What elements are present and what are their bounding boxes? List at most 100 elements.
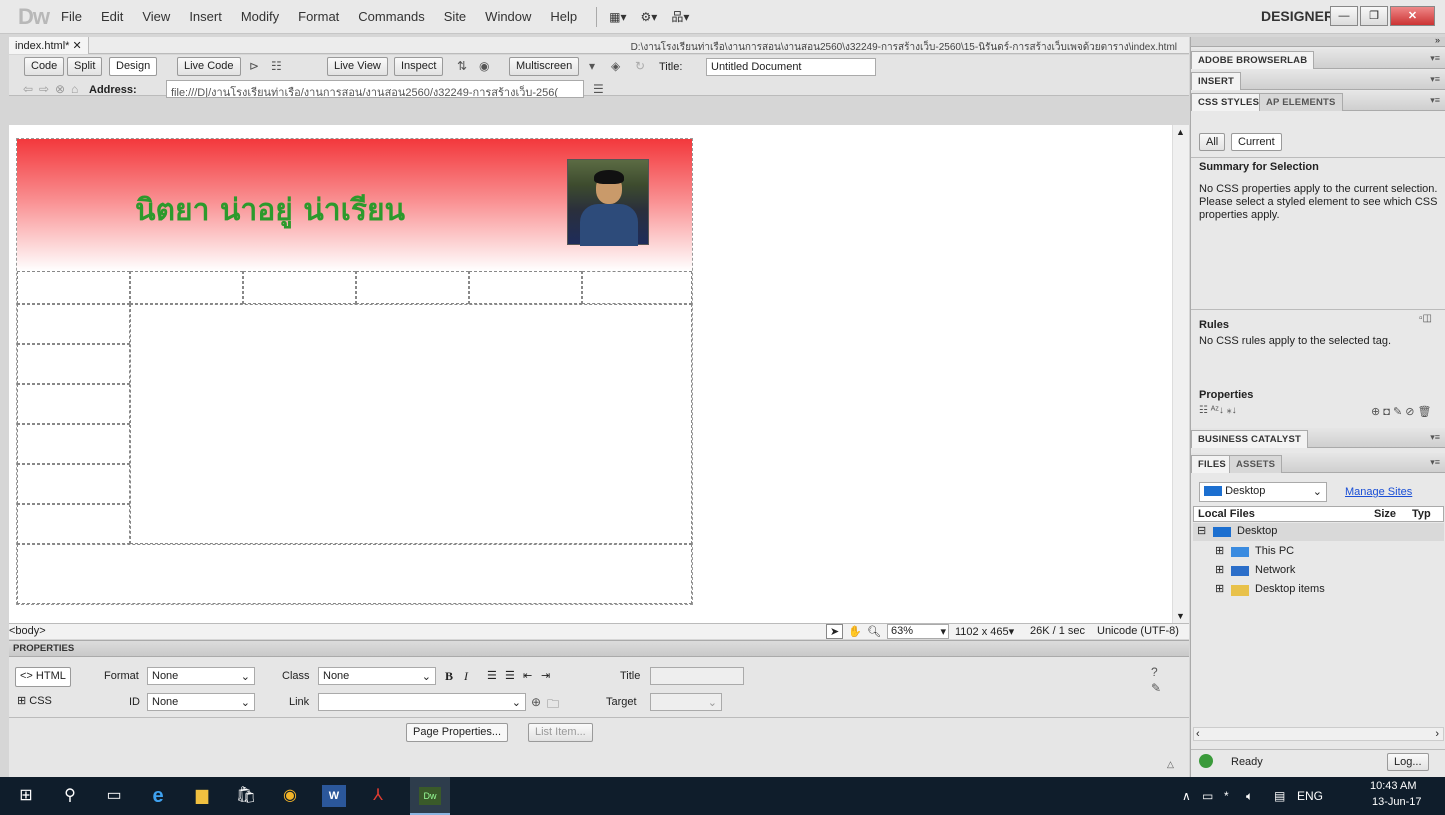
content-cell[interactable] <box>130 304 692 544</box>
log-button[interactable]: Log... <box>1387 753 1429 771</box>
inspect-button[interactable]: Inspect <box>394 57 444 76</box>
col-type[interactable]: Typ <box>1412 508 1431 521</box>
side-cell[interactable] <box>17 384 130 424</box>
file-management-icon[interactable]: ⇅ <box>457 59 467 73</box>
site-select[interactable]: Desktop ⌄ <box>1199 482 1327 502</box>
home-icon[interactable]: ⌂ <box>71 82 78 96</box>
check-browser-icon[interactable]: ☷ <box>271 59 282 73</box>
forward-icon[interactable]: ⇨ <box>39 82 49 96</box>
menu-file[interactable]: File <box>61 9 82 24</box>
hand-tool-icon[interactable]: ✋ <box>848 625 862 638</box>
menu-commands[interactable]: Commands <box>358 9 424 24</box>
nav-cell[interactable] <box>243 271 356 304</box>
file-explorer-icon[interactable]: ▆ <box>190 785 214 807</box>
close-icon[interactable]: ✕ <box>1390 6 1435 26</box>
horizontal-scrollbar[interactable]: ‹ › <box>1193 727 1444 741</box>
tab-insert[interactable]: INSERT <box>1191 72 1242 90</box>
windows-start-icon[interactable]: ⊞ <box>14 785 38 807</box>
tab-assets[interactable]: ASSETS <box>1229 455 1283 473</box>
minimize-icon[interactable]: — <box>1330 6 1358 26</box>
italic-icon[interactable]: I <box>464 669 468 684</box>
menu-help[interactable]: Help <box>550 9 577 24</box>
select-tool-icon[interactable]: ➤ <box>826 624 844 639</box>
battery-icon[interactable]: ▭ <box>1202 789 1213 803</box>
nav-cell[interactable] <box>17 271 130 304</box>
tag-selector[interactable]: <body> <box>9 625 46 637</box>
expand-tree-icon[interactable]: ⊞ <box>1215 583 1224 596</box>
menu-site[interactable]: Site <box>444 9 466 24</box>
tab-index-html[interactable]: index.html* ✕ <box>9 37 89 54</box>
title-input[interactable]: Untitled Document <box>706 58 876 76</box>
side-cell[interactable] <box>17 424 130 464</box>
tab-ap-elements[interactable]: AP ELEMENTS <box>1259 93 1343 111</box>
panel-menu-icon[interactable]: ▾≡ <box>1430 74 1440 85</box>
window-size[interactable]: 1102 x 465▾ <box>955 625 1014 638</box>
side-cell[interactable] <box>17 344 130 384</box>
collapse-tree-icon[interactable]: ⊟ <box>1197 525 1206 538</box>
language-indicator[interactable]: ENG <box>1297 789 1323 803</box>
nav-cell[interactable] <box>356 271 469 304</box>
panel-collapse-bar[interactable]: » <box>1191 35 1445 47</box>
scroll-down-icon[interactable]: ▼ <box>1176 611 1185 621</box>
volume-icon[interactable]: 🔈︎ <box>1246 789 1253 804</box>
tree-row-this-pc[interactable]: ⊞ This PC <box>1211 543 1441 561</box>
visual-aids-icon[interactable]: ◈ <box>611 59 620 73</box>
col-size[interactable]: Size <box>1374 508 1396 521</box>
clock-date[interactable]: 13-Jun-17 <box>1372 796 1422 808</box>
panel-menu-icon[interactable]: ▾≡ <box>1430 457 1440 468</box>
refresh-icon[interactable]: ↻ <box>635 59 645 73</box>
format-select[interactable]: None ⌄ <box>147 667 255 685</box>
back-icon[interactable]: ⇦ <box>23 82 33 96</box>
scroll-up-icon[interactable]: ▲ <box>1176 127 1185 137</box>
restore-icon[interactable]: ❐ <box>1360 6 1388 26</box>
list-item-button[interactable]: List Item... <box>528 723 593 742</box>
bold-icon[interactable]: B <box>445 669 453 684</box>
ordered-list-icon[interactable]: ☰ <box>505 669 515 682</box>
menu-format[interactable]: Format <box>298 9 339 24</box>
side-cell[interactable] <box>17 304 130 344</box>
scroll-left-icon[interactable]: ‹ <box>1196 728 1200 741</box>
properties-header[interactable]: PROPERTIES <box>9 641 1189 657</box>
task-view-icon[interactable]: ▭ <box>102 785 126 807</box>
connect-icon[interactable] <box>1199 754 1213 768</box>
menu-edit[interactable]: Edit <box>101 9 123 24</box>
side-cell[interactable] <box>17 504 130 544</box>
layout-table[interactable]: นิตยา น่าอยู่ น่าเรียน <box>16 138 693 605</box>
browse-folder-icon[interactable]: 🗀 <box>547 695 559 716</box>
live-code-button[interactable]: Live Code <box>177 57 241 76</box>
close-tab-icon[interactable]: ✕ <box>72 40 81 52</box>
side-cell[interactable] <box>17 464 130 504</box>
title-prop-input[interactable] <box>650 667 744 685</box>
footer-cell[interactable] <box>17 544 692 604</box>
tab-business-catalyst[interactable]: BUSINESS CATALYST <box>1191 430 1308 448</box>
inspect-arrow-icon[interactable]: ⊳ <box>249 59 259 73</box>
css-all-button[interactable]: All <box>1199 133 1226 151</box>
expand-tree-icon[interactable]: ⊞ <box>1215 545 1224 558</box>
tab-browserlab[interactable]: ADOBE BROWSERLAB <box>1191 51 1315 69</box>
tray-chevron-icon[interactable]: ∧ <box>1182 789 1191 803</box>
edge-icon[interactable]: e <box>146 785 170 807</box>
word-icon[interactable]: W <box>322 785 346 807</box>
code-view-button[interactable]: Code <box>24 57 65 76</box>
dreamweaver-task[interactable]: Dw <box>410 777 450 815</box>
indent-icon[interactable]: ⇥ <box>541 669 550 682</box>
menu-window[interactable]: Window <box>485 9 531 24</box>
target-select[interactable]: ⌄ <box>650 693 722 711</box>
multiscreen-button[interactable]: Multiscreen <box>509 57 580 76</box>
expand-tree-icon[interactable]: ⊞ <box>1215 564 1224 577</box>
tree-row-desktop-items[interactable]: ⊞ Desktop items <box>1211 581 1441 599</box>
store-icon[interactable]: 🛍︎ <box>234 785 258 807</box>
col-local-files[interactable]: Local Files <box>1198 508 1255 521</box>
quick-tag-editor-icon[interactable]: ✎ <box>1151 681 1161 695</box>
split-view-button[interactable]: Split <box>67 57 103 76</box>
design-view-button[interactable]: Design <box>109 57 158 76</box>
point-to-file-icon[interactable]: ⊕ <box>531 695 541 709</box>
manage-sites-link[interactable]: Manage Sites <box>1345 486 1412 498</box>
browser-navigation-icon[interactable]: ☰ <box>593 82 604 96</box>
outdent-icon[interactable]: ⇤ <box>523 669 532 682</box>
scroll-right-icon[interactable]: › <box>1435 728 1439 741</box>
page-properties-button[interactable]: Page Properties... <box>406 723 509 742</box>
vertical-scrollbar[interactable]: ▲ ▼ <box>1172 125 1189 623</box>
nav-cell[interactable] <box>469 271 582 304</box>
css-actions-icons[interactable]: ⊕ ◘ ✎ ⊘ 🗑︎ <box>1371 405 1431 418</box>
